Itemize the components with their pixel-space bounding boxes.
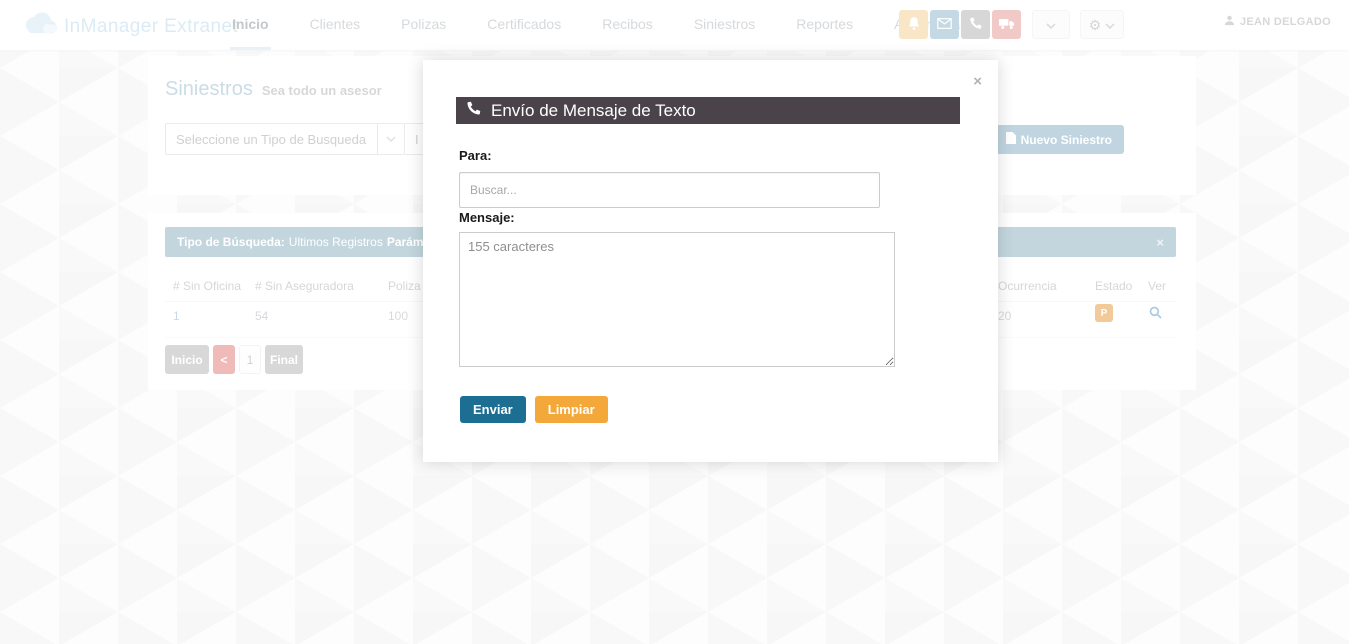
to-label: Para: [459, 148, 492, 163]
message-textarea[interactable] [459, 232, 895, 367]
sms-modal-title: Envío de Mensaje de Texto [491, 101, 696, 121]
modal-action-buttons: Enviar Limpiar [460, 396, 608, 423]
send-button[interactable]: Enviar [460, 396, 526, 423]
sms-modal-header: Envío de Mensaje de Texto [456, 97, 960, 124]
message-label: Mensaje: [459, 210, 515, 225]
close-icon[interactable]: × [973, 74, 982, 89]
sms-modal: × Envío de Mensaje de Texto Para: Mensaj… [423, 60, 998, 462]
to-search-input[interactable] [459, 172, 880, 208]
phone-icon [466, 100, 482, 121]
clear-button[interactable]: Limpiar [535, 396, 608, 423]
